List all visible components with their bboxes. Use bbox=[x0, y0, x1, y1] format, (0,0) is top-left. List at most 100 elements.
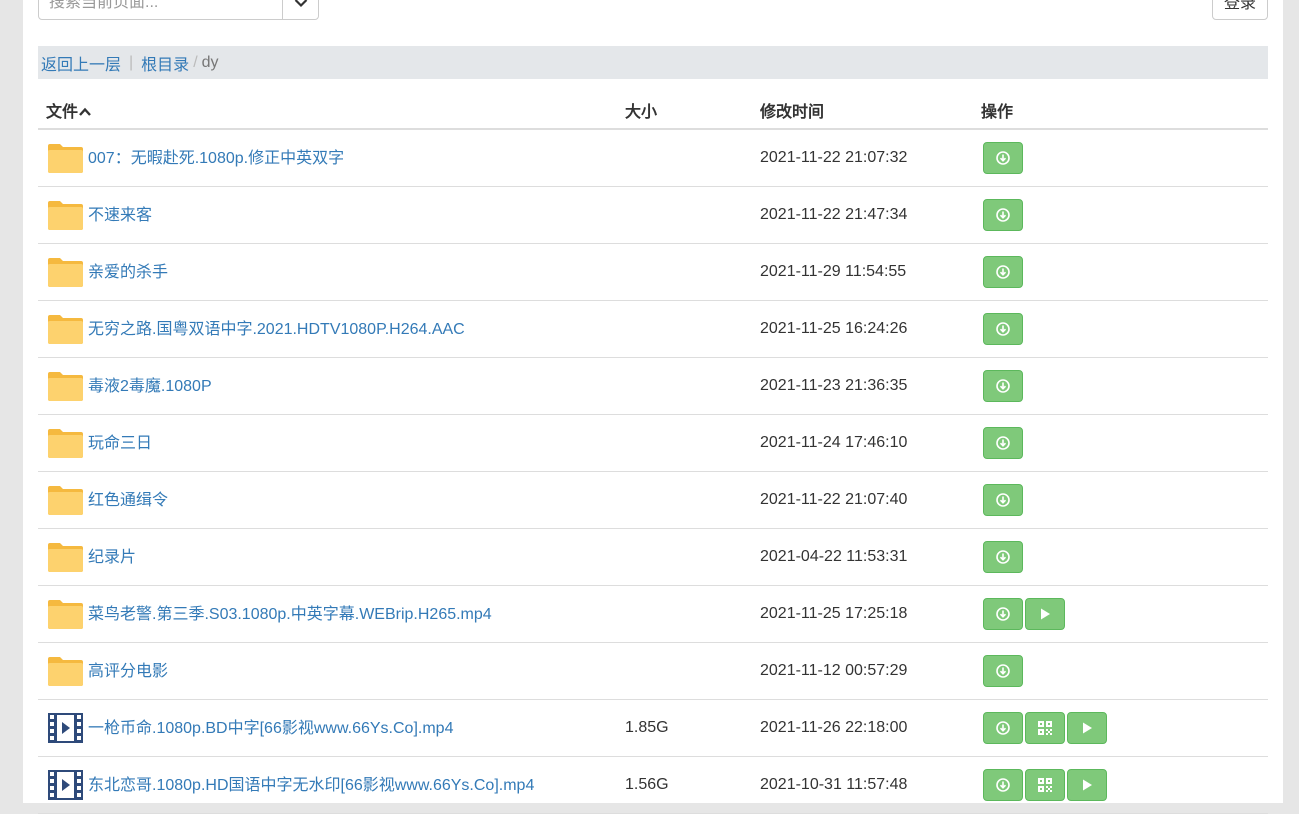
download-icon bbox=[996, 664, 1010, 678]
search-input[interactable] bbox=[39, 0, 282, 19]
breadcrumb-root-link[interactable]: 根目录 bbox=[141, 51, 189, 75]
table-row: 无穷之路.国粤双语中字.2021.HDTV1080P.H264.AAC 2021-… bbox=[38, 301, 1268, 358]
folder-icon bbox=[47, 541, 84, 573]
cell-time: 2021-11-22 21:07:40 bbox=[760, 491, 908, 508]
qrcode-icon bbox=[1037, 777, 1053, 793]
cell-ops bbox=[983, 199, 1023, 231]
folder-icon bbox=[47, 484, 84, 516]
column-header-time[interactable]: 修改时间 bbox=[760, 98, 824, 122]
cell-name: 007：无暇赴死.1080p.修正中英双字 bbox=[47, 130, 344, 186]
play-button[interactable] bbox=[1067, 712, 1107, 744]
breadcrumb-separator: | bbox=[129, 53, 134, 71]
column-header-name[interactable]: 文件 bbox=[46, 98, 91, 122]
qrcode-button[interactable] bbox=[1025, 769, 1065, 801]
file-name-link[interactable]: 高评分电影 bbox=[88, 657, 168, 681]
qrcode-icon bbox=[1037, 720, 1053, 736]
cell-time: 2021-11-23 21:36:35 bbox=[760, 377, 908, 394]
download-button[interactable] bbox=[983, 712, 1023, 744]
table-row: 007：无暇赴死.1080p.修正中英双字 2021-11-22 21:07:32 bbox=[38, 130, 1268, 187]
cell-time: 2021-11-22 21:47:34 bbox=[760, 206, 908, 223]
search-dropdown-button[interactable] bbox=[282, 0, 318, 19]
file-name-link[interactable]: 007：无暇赴死.1080p.修正中英双字 bbox=[88, 144, 344, 168]
file-name-link[interactable]: 玩命三日 bbox=[88, 429, 152, 453]
download-button[interactable] bbox=[983, 313, 1023, 345]
play-button[interactable] bbox=[1025, 598, 1065, 630]
file-name-link[interactable]: 无穷之路.国粤双语中字.2021.HDTV1080P.H264.AAC bbox=[88, 315, 465, 339]
download-button[interactable] bbox=[983, 598, 1023, 630]
download-button[interactable] bbox=[983, 199, 1023, 231]
cell-time: 2021-11-22 21:07:32 bbox=[760, 149, 908, 166]
file-name-link[interactable]: 纪录片 bbox=[88, 543, 136, 567]
table-body: 007：无暇赴死.1080p.修正中英双字 2021-11-22 21:07:32… bbox=[38, 130, 1268, 814]
video-file-icon bbox=[47, 769, 84, 801]
file-name-link[interactable]: 不速来客 bbox=[88, 201, 152, 225]
download-icon bbox=[996, 322, 1010, 336]
download-icon bbox=[996, 550, 1010, 564]
cell-name: 一枪币命.1080p.BD中字[66影视www.66Ys.Co].mp4 bbox=[47, 700, 453, 756]
table-row: 东北恋哥.1080p.HD国语中字无水印[66影视www.66Ys.Co].mp… bbox=[38, 757, 1268, 814]
table-row: 纪录片 2021-04-22 11:53:31 bbox=[38, 529, 1268, 586]
cell-name: 纪录片 bbox=[47, 529, 136, 585]
download-button[interactable] bbox=[983, 769, 1023, 801]
play-icon bbox=[1038, 607, 1052, 621]
table-row: 毒液2毒魔.1080P 2021-11-23 21:36:35 bbox=[38, 358, 1268, 415]
file-name-link[interactable]: 菜鸟老警.第三季.S03.1080p.中英字幕.WEBrip.H265.mp4 bbox=[88, 600, 492, 624]
cell-size: 1.85G bbox=[625, 719, 669, 736]
cell-size: 1.56G bbox=[625, 776, 669, 793]
cell-time: 2021-11-24 17:46:10 bbox=[760, 434, 908, 451]
cell-time: 2021-11-25 16:24:26 bbox=[760, 320, 908, 337]
cell-name: 菜鸟老警.第三季.S03.1080p.中英字幕.WEBrip.H265.mp4 bbox=[47, 586, 492, 642]
file-name-link[interactable]: 红色通缉令 bbox=[88, 486, 168, 510]
download-button[interactable] bbox=[983, 256, 1023, 288]
cell-ops bbox=[983, 370, 1023, 402]
cell-time: 2021-10-31 11:57:48 bbox=[760, 776, 908, 793]
download-icon bbox=[996, 379, 1010, 393]
download-button[interactable] bbox=[983, 655, 1023, 687]
table-row: 不速来客 2021-11-22 21:47:34 bbox=[38, 187, 1268, 244]
breadcrumb-back-link[interactable]: 返回上一层 bbox=[41, 51, 121, 75]
download-button[interactable] bbox=[983, 370, 1023, 402]
cell-time: 2021-04-22 11:53:31 bbox=[760, 548, 908, 565]
download-button[interactable] bbox=[983, 142, 1023, 174]
file-name-link[interactable]: 东北恋哥.1080p.HD国语中字无水印[66影视www.66Ys.Co].mp… bbox=[88, 771, 534, 795]
cell-name: 高评分电影 bbox=[47, 643, 168, 699]
cell-ops bbox=[983, 769, 1107, 801]
column-header-name-label: 文件 bbox=[46, 104, 79, 121]
video-file-icon bbox=[47, 712, 84, 744]
file-name-link[interactable]: 一枪币命.1080p.BD中字[66影视www.66Ys.Co].mp4 bbox=[88, 714, 453, 738]
column-header-size[interactable]: 大小 bbox=[625, 98, 657, 122]
qrcode-button[interactable] bbox=[1025, 712, 1065, 744]
cell-ops bbox=[983, 313, 1023, 345]
chevron-down-icon bbox=[294, 0, 307, 8]
cell-ops bbox=[983, 142, 1023, 174]
download-button[interactable] bbox=[983, 484, 1023, 516]
cell-ops bbox=[983, 655, 1023, 687]
play-button[interactable] bbox=[1067, 769, 1107, 801]
cell-time: 2021-11-12 00:57:29 bbox=[760, 662, 908, 679]
folder-icon bbox=[47, 142, 84, 174]
download-icon bbox=[996, 778, 1010, 792]
cell-name: 亲爱的杀手 bbox=[47, 244, 168, 300]
cell-time: 2021-11-26 22:18:00 bbox=[760, 719, 908, 736]
download-icon bbox=[996, 436, 1010, 450]
file-name-link[interactable]: 亲爱的杀手 bbox=[88, 258, 168, 282]
table-row: 亲爱的杀手 2021-11-29 11:54:55 bbox=[38, 244, 1268, 301]
main-panel: 登录 返回上一层 | 根目录 / dy 文件 大小 修改时间 操作 007：无暇… bbox=[23, 0, 1283, 814]
cell-time: 2021-11-29 11:54:55 bbox=[760, 263, 907, 280]
download-icon bbox=[996, 607, 1010, 621]
login-button[interactable]: 登录 bbox=[1212, 0, 1268, 20]
folder-icon bbox=[47, 598, 84, 630]
sort-asc-icon bbox=[79, 107, 91, 116]
file-table: 文件 大小 修改时间 操作 007：无暇赴死.1080p.修正中英双字 2021-… bbox=[38, 86, 1268, 814]
download-button[interactable] bbox=[983, 427, 1023, 459]
cell-time: 2021-11-25 17:25:18 bbox=[760, 605, 908, 622]
download-icon bbox=[996, 493, 1010, 507]
table-row: 一枪币命.1080p.BD中字[66影视www.66Ys.Co].mp4 1.85… bbox=[38, 700, 1268, 757]
cell-name: 东北恋哥.1080p.HD国语中字无水印[66影视www.66Ys.Co].mp… bbox=[47, 757, 534, 813]
file-name-link[interactable]: 毒液2毒魔.1080P bbox=[88, 372, 212, 396]
cell-ops bbox=[983, 484, 1023, 516]
folder-icon bbox=[47, 655, 84, 687]
download-button[interactable] bbox=[983, 541, 1023, 573]
breadcrumb: 返回上一层 | 根目录 / dy bbox=[38, 46, 1268, 79]
cell-ops bbox=[983, 712, 1107, 744]
